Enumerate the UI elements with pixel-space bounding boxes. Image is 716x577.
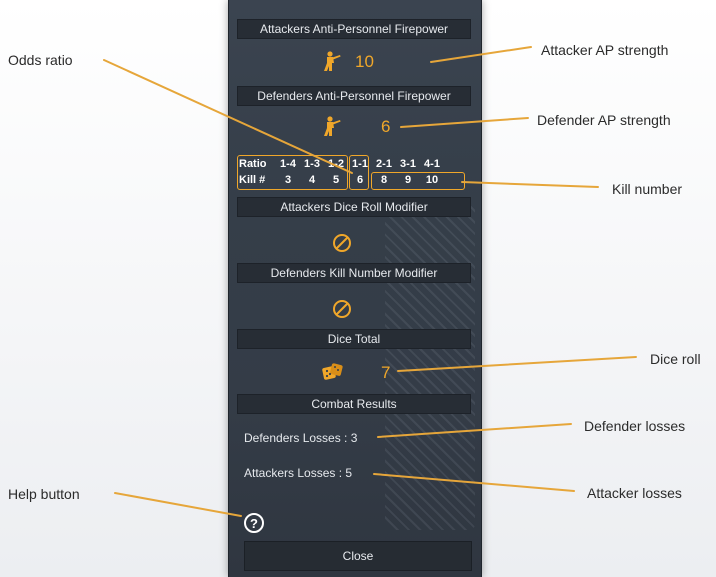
dice-roll-leader-line [397, 356, 637, 372]
help-button-leader-line [114, 492, 242, 517]
odds-ratio-leader-line [103, 59, 353, 174]
attacker-losses-leader-line [373, 473, 575, 492]
callout-leader-lines [103, 46, 637, 517]
defender-ap-leader-line [400, 117, 529, 128]
kill-number-leader-line [461, 181, 599, 188]
defender-losses-leader-line [377, 423, 572, 438]
attacker-ap-leader-line [430, 46, 532, 63]
